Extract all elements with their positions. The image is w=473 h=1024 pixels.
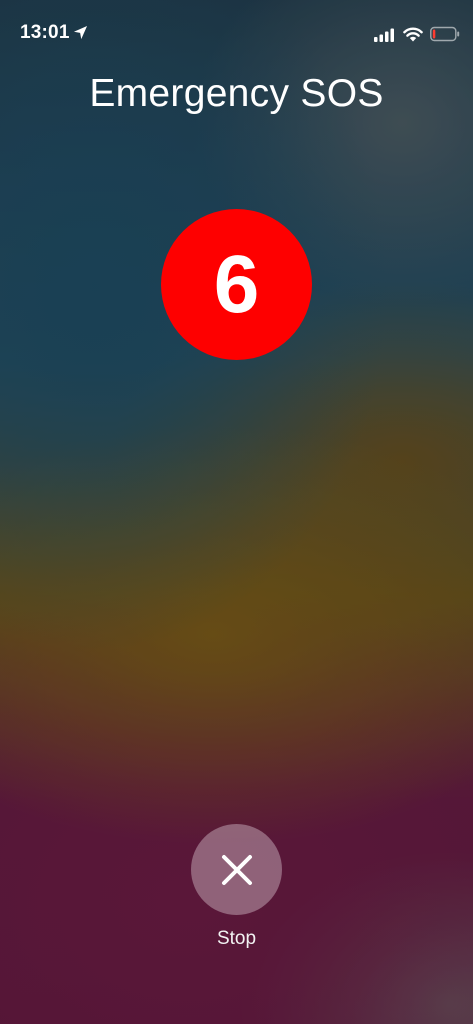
location-arrow-icon (73, 25, 88, 40)
page-title: Emergency SOS (89, 72, 384, 115)
battery-low-icon (430, 26, 460, 42)
countdown-badge: 6 (161, 209, 312, 360)
wifi-icon (403, 27, 423, 42)
status-bar: 13:01 (0, 0, 473, 60)
countdown-number: 6 (213, 238, 260, 330)
cellular-signal-icon (374, 28, 394, 42)
stop-label: Stop (216, 928, 257, 949)
close-icon (221, 854, 252, 885)
stop-button[interactable] (191, 824, 282, 915)
status-time: 13:01 (20, 22, 70, 43)
